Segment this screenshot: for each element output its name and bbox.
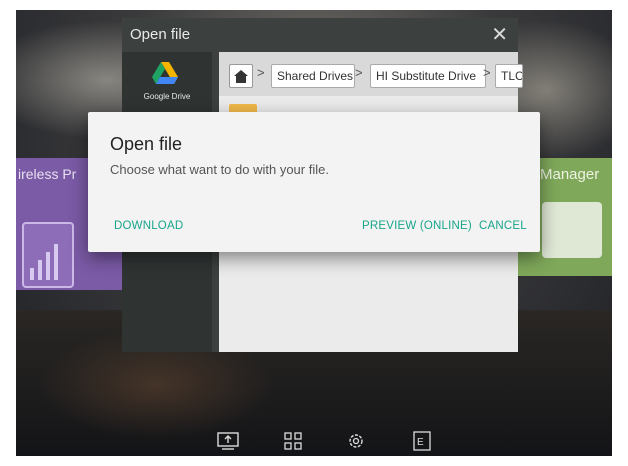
home-icon[interactable] xyxy=(229,64,253,88)
tablet-icon xyxy=(22,222,74,288)
apps-grid-icon[interactable] xyxy=(281,430,305,452)
dialog-message: Choose what want to do with your file. xyxy=(110,162,329,177)
cancel-button[interactable]: CANCEL xyxy=(479,220,527,232)
svg-text:E: E xyxy=(417,437,424,448)
screen-share-icon[interactable] xyxy=(216,430,240,452)
photo-frame: ireless Pr Manager Open file ✕ Google Dr… xyxy=(0,0,628,466)
download-button[interactable]: DOWNLOAD xyxy=(114,220,183,232)
annotate-icon[interactable]: E xyxy=(410,430,434,452)
tile-title: Manager xyxy=(540,166,600,183)
breadcrumb-item[interactable]: TLC xyxy=(495,64,523,88)
breadcrumb-item[interactable]: HI Substitute Drive xyxy=(370,64,486,88)
rail-item-label: Google Drive xyxy=(143,92,191,101)
breadcrumb: > Shared Drives > HI Substitute Drive > … xyxy=(219,52,523,96)
preview-online-button[interactable]: PREVIEW (ONLINE) xyxy=(362,220,472,232)
bar-icon-part xyxy=(46,252,50,280)
bar-icon-part xyxy=(38,260,42,280)
chevron-right-icon: > xyxy=(257,65,265,80)
breadcrumb-item[interactable]: Shared Drives xyxy=(271,64,355,88)
tile-title: ireless Pr xyxy=(18,166,77,182)
settings-gear-icon[interactable] xyxy=(344,430,368,452)
google-drive-icon xyxy=(152,62,178,84)
display-screen: ireless Pr Manager Open file ✕ Google Dr… xyxy=(16,10,612,456)
open-file-dialog: Open file Choose what want to do with yo… xyxy=(88,112,540,252)
chevron-right-icon: > xyxy=(355,65,363,80)
bar-icon-part xyxy=(54,244,58,280)
window-title: Open file xyxy=(130,26,191,43)
device-icon xyxy=(542,202,602,258)
close-icon[interactable]: ✕ xyxy=(491,22,508,47)
chevron-right-icon: > xyxy=(483,65,491,80)
bar-icon-part xyxy=(30,268,34,280)
dialog-title: Open file xyxy=(110,134,183,154)
